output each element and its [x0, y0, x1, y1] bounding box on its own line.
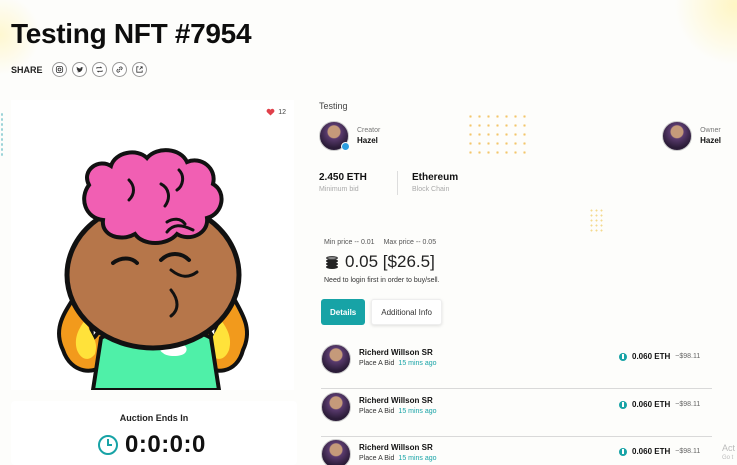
tab-details[interactable]: Details — [321, 299, 366, 325]
eth-icon — [619, 352, 627, 361]
creator-info[interactable]: Creator Hazel — [319, 121, 380, 151]
nft-character-illustration — [57, 148, 250, 390]
auction-card: Auction Ends In 0:0:0:0 — [11, 401, 297, 465]
bid-action: Place A Bid — [359, 408, 395, 415]
bid-action-line: Place A Bid 15 mins ago — [359, 408, 437, 415]
bidder-name: Richerd Willson SR — [359, 443, 433, 452]
creator-role: Creator — [357, 127, 381, 134]
link-icon[interactable] — [111, 62, 127, 77]
verified-badge-icon — [341, 142, 350, 151]
blockchain-label: Block Chain — [412, 186, 450, 193]
bid-amount: 0.060 ETH ~$98.11 — [619, 352, 700, 361]
instagram-icon[interactable] — [51, 62, 67, 77]
bidder-name: Richerd Willson SR — [359, 396, 433, 405]
tab-additional-info[interactable]: Additional Info — [371, 299, 442, 325]
bid-usd: ~$98.11 — [675, 401, 701, 408]
share-label: SHARE — [11, 64, 43, 75]
collection-name[interactable]: Testing — [319, 101, 348, 111]
current-price: 0.05 [$26.5] — [324, 252, 435, 272]
watermark-line-1: Act — [721, 443, 735, 453]
auction-timer: 0:0:0:0 — [97, 431, 206, 459]
bid-usd: ~$98.11 — [675, 353, 701, 360]
decorative-dots — [589, 208, 605, 234]
owner-info[interactable]: Owner Hazel — [662, 121, 721, 151]
bid-action-line: Place A Bid 15 mins ago — [359, 360, 437, 367]
eth-icon — [619, 400, 627, 409]
detail-tabs: Details Additional Info — [321, 299, 442, 325]
bidder-avatar — [321, 392, 351, 422]
blockchain-stat: Ethereum Block Chain — [412, 172, 458, 193]
owner-avatar — [662, 121, 693, 151]
bid-eth: 0.060 ETH — [632, 447, 671, 456]
owner-role: Owner — [700, 127, 721, 134]
bid-time: 15 mins ago — [398, 360, 437, 367]
external-icon[interactable] — [131, 62, 147, 77]
timer-value: 0:0:0:0 — [125, 431, 206, 458]
bid-eth: 0.060 ETH — [632, 352, 671, 361]
owner-name: Hazel — [700, 136, 721, 145]
max-price: Max price -- 0.05 — [383, 239, 437, 246]
creator-avatar — [319, 121, 350, 151]
bidder-avatar — [321, 344, 351, 374]
bid-eth: 0.060 ETH — [632, 400, 671, 409]
twitter-icon[interactable] — [71, 62, 87, 77]
price-range: Min price -- 0.01 Max price -- 0.05 — [324, 239, 436, 246]
bid-list-item[interactable]: Richerd Willson SR Place A Bid 15 mins ag… — [321, 390, 712, 437]
minimum-bid-stat: 2.450 ETH Minimum bid — [319, 172, 367, 193]
repost-icon[interactable] — [91, 62, 107, 77]
activation-watermark: Act Go t — [722, 443, 735, 463]
eth-icon — [619, 447, 627, 456]
stat-divider — [397, 171, 398, 195]
share-bar: SHARE — [11, 62, 147, 77]
auction-label: Auction Ends In — [119, 413, 189, 423]
coins-icon — [326, 255, 338, 269]
nft-image-card[interactable]: 12 — [11, 100, 294, 390]
current-price-value: 0.05 [$26.5] — [345, 252, 435, 271]
minimum-bid-value: 2.450 ETH — [319, 172, 367, 183]
blockchain-value: Ethereum — [412, 172, 459, 183]
decorative-dots — [466, 112, 528, 156]
bid-action-line: Place A Bid 15 mins ago — [359, 455, 437, 462]
bid-list-item[interactable]: Richerd Willson SR Place A Bid 15 mins ag… — [321, 437, 712, 465]
bid-amount: 0.060 ETH ~$98.11 — [619, 447, 700, 456]
bid-action: Place A Bid — [359, 360, 395, 367]
creator-name: Hazel — [357, 136, 378, 145]
bid-action: Place A Bid — [359, 455, 395, 462]
page-title: Testing NFT #7954 — [11, 18, 252, 49]
bid-amount: 0.060 ETH ~$98.11 — [619, 400, 700, 409]
bid-time: 15 mins ago — [398, 455, 437, 462]
bid-time: 15 mins ago — [398, 408, 437, 415]
bid-list-item[interactable]: Richerd Willson SR Place A Bid 15 mins ag… — [321, 342, 712, 389]
bidder-name: Richerd Willson SR — [359, 348, 433, 357]
watermark-line-2: Go t — [721, 455, 734, 461]
clock-icon — [98, 435, 118, 455]
decorative-dots — [0, 112, 4, 157]
minimum-bid-label: Minimum bid — [319, 186, 359, 193]
min-price: Min price -- 0.01 — [324, 239, 375, 246]
bid-usd: ~$98.11 — [675, 448, 701, 455]
login-note: Need to login first in order to buy/sell… — [324, 277, 440, 284]
bidder-avatar — [321, 439, 351, 465]
